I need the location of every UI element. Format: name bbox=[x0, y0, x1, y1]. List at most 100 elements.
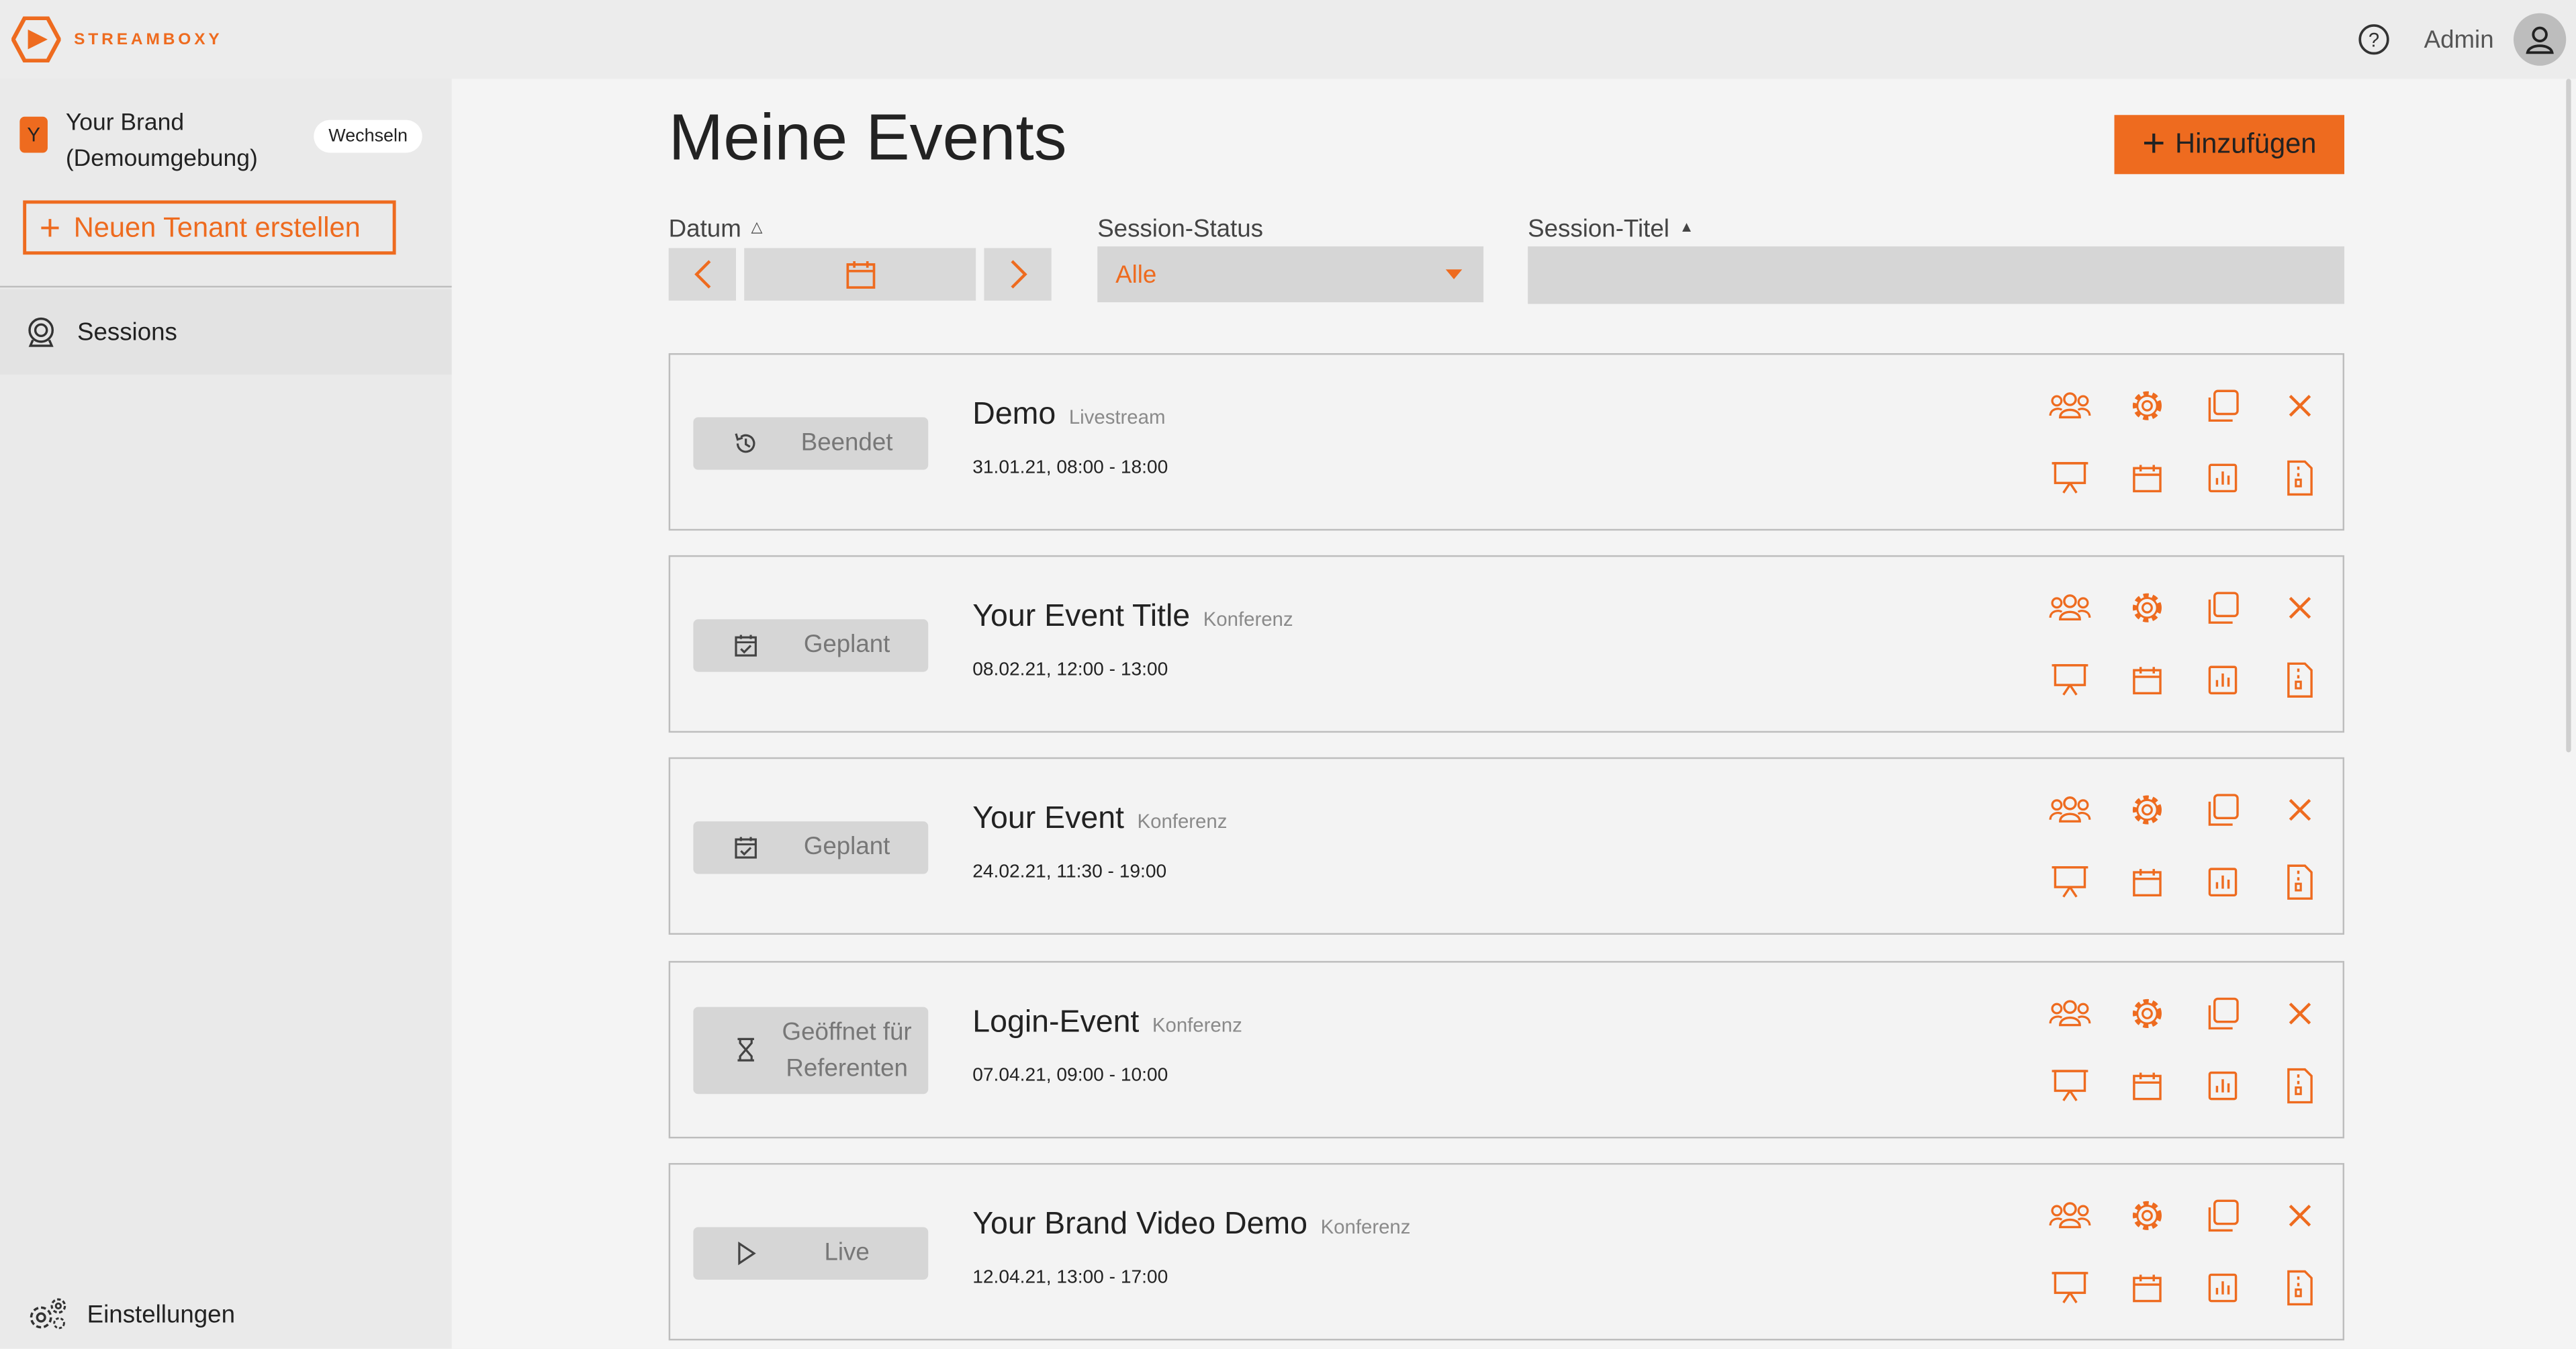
presentation-button[interactable] bbox=[2049, 659, 2092, 702]
delete-button[interactable] bbox=[2279, 992, 2321, 1035]
event-title[interactable]: Demo bbox=[972, 398, 1056, 432]
event-card[interactable]: Geplant Your Event Title Konferenz 08.02.… bbox=[668, 555, 2345, 733]
close-icon bbox=[2289, 1003, 2311, 1025]
users-icon bbox=[2049, 1000, 2091, 1027]
schedule-button[interactable] bbox=[2126, 659, 2169, 702]
scrollbar[interactable] bbox=[2563, 79, 2576, 753]
statistics-button[interactable] bbox=[2201, 1266, 2244, 1309]
archive-button[interactable] bbox=[2279, 1064, 2321, 1107]
sidebar-item-sessions[interactable]: Sessions bbox=[0, 289, 452, 375]
copy-icon bbox=[2208, 794, 2239, 826]
settings-button[interactable] bbox=[2126, 788, 2169, 831]
presentation-icon bbox=[2052, 1272, 2088, 1303]
add-event-button[interactable]: + Hinzufügen bbox=[2114, 115, 2345, 175]
duplicate-button[interactable] bbox=[2201, 992, 2244, 1035]
avatar[interactable] bbox=[2513, 13, 2567, 66]
tenant-badge: Y bbox=[19, 116, 48, 153]
event-title[interactable]: Login-Event bbox=[972, 1005, 1139, 1039]
settings-button[interactable] bbox=[2126, 586, 2169, 629]
caret-down-icon bbox=[1445, 269, 1463, 279]
gear-icon bbox=[2132, 1201, 2162, 1230]
plus-icon: + bbox=[39, 206, 61, 248]
new-tenant-label: Neuen Tenant erstellen bbox=[73, 211, 361, 242]
event-card[interactable]: Geplant Your Event Konferenz 24.02.21, 11… bbox=[668, 757, 2345, 935]
delete-button[interactable] bbox=[2279, 788, 2321, 831]
statistics-button[interactable] bbox=[2201, 1064, 2244, 1107]
settings-button[interactable] bbox=[2126, 1195, 2169, 1238]
event-title[interactable]: Your Event bbox=[972, 802, 1124, 836]
status-select[interactable]: Alle bbox=[1097, 246, 1484, 303]
settings-button[interactable] bbox=[2126, 992, 2169, 1035]
schedule-button[interactable] bbox=[2126, 1064, 2169, 1107]
users-icon bbox=[2049, 594, 2091, 621]
event-card[interactable]: Live Your Brand Video Demo Konferenz 12.0… bbox=[668, 1163, 2345, 1341]
duplicate-button[interactable] bbox=[2201, 384, 2244, 427]
logo[interactable]: STREAMBOXY bbox=[11, 16, 223, 62]
user-name[interactable]: Admin bbox=[2424, 26, 2494, 54]
date-picker-button[interactable] bbox=[744, 248, 976, 301]
schedule-button[interactable] bbox=[2126, 861, 2169, 904]
delete-button[interactable] bbox=[2279, 1195, 2321, 1238]
date-filter-label[interactable]: Datum △ bbox=[669, 215, 763, 243]
zip-file-icon bbox=[2287, 1068, 2313, 1104]
participants-button[interactable] bbox=[2049, 788, 2092, 831]
event-card[interactable]: Beendet Demo Livestream 31.01.21, 08:00 -… bbox=[668, 353, 2345, 531]
status-badge: Live bbox=[693, 1227, 929, 1280]
event-title-row: Your Event Title Konferenz bbox=[972, 600, 1293, 636]
status-text: Geöffnet für Referenten bbox=[782, 1017, 912, 1082]
sidebar-item-settings[interactable]: Einstellungen bbox=[26, 1296, 235, 1332]
copy-icon bbox=[2208, 592, 2239, 624]
presentation-icon bbox=[2052, 664, 2088, 696]
scrollbar-thumb[interactable] bbox=[2566, 79, 2571, 753]
statistics-button[interactable] bbox=[2201, 457, 2244, 500]
gear-icon bbox=[2132, 391, 2162, 420]
switch-tenant-button[interactable]: Wechseln bbox=[314, 120, 422, 153]
presentation-button[interactable] bbox=[2049, 1064, 2092, 1107]
top-bar: STREAMBOXY ? Admin bbox=[0, 0, 2576, 79]
schedule-button[interactable] bbox=[2126, 1266, 2169, 1309]
statistics-button[interactable] bbox=[2201, 861, 2244, 904]
sidebar-item-label: Sessions bbox=[77, 318, 177, 346]
title-filter-label[interactable]: Session-Titel ▲ bbox=[1528, 215, 1694, 243]
settings-button[interactable] bbox=[2126, 384, 2169, 427]
new-tenant-button[interactable]: + Neuen Tenant erstellen bbox=[23, 200, 396, 255]
archive-button[interactable] bbox=[2279, 659, 2321, 702]
duplicate-button[interactable] bbox=[2201, 586, 2244, 629]
status-badge: Geöffnet für Referenten bbox=[693, 1007, 929, 1095]
archive-button[interactable] bbox=[2279, 861, 2321, 904]
delete-button[interactable] bbox=[2279, 586, 2321, 629]
status-text: Beendet bbox=[800, 428, 893, 457]
participants-button[interactable] bbox=[2049, 384, 2092, 427]
date-prev-button[interactable] bbox=[668, 248, 736, 301]
duplicate-button[interactable] bbox=[2201, 1195, 2244, 1238]
schedule-button[interactable] bbox=[2126, 457, 2169, 500]
play-icon bbox=[738, 1241, 756, 1266]
archive-button[interactable] bbox=[2279, 457, 2321, 500]
presentation-icon bbox=[2052, 462, 2088, 494]
participants-button[interactable] bbox=[2049, 586, 2092, 629]
delete-button[interactable] bbox=[2279, 384, 2321, 427]
presentation-icon bbox=[2052, 866, 2088, 898]
status-badge: Geplant bbox=[693, 821, 929, 874]
status-badge: Geplant bbox=[693, 619, 929, 672]
statistics-button[interactable] bbox=[2201, 659, 2244, 702]
event-title-row: Login-Event Konferenz bbox=[972, 1005, 1242, 1041]
duplicate-button[interactable] bbox=[2201, 788, 2244, 831]
event-card[interactable]: Geöffnet für Referenten Login-Event Konfe… bbox=[668, 961, 2345, 1139]
participants-button[interactable] bbox=[2049, 1195, 2092, 1238]
bar-chart-icon bbox=[2208, 1071, 2238, 1101]
title-search-input[interactable] bbox=[1528, 246, 2345, 304]
presentation-button[interactable] bbox=[2049, 861, 2092, 904]
archive-button[interactable] bbox=[2279, 1266, 2321, 1309]
event-date: 12.04.21, 13:00 - 17:00 bbox=[972, 1268, 1168, 1288]
presentation-button[interactable] bbox=[2049, 457, 2092, 500]
event-title[interactable]: Your Brand Video Demo bbox=[972, 1207, 1307, 1242]
help-icon[interactable]: ? bbox=[2358, 23, 2391, 56]
presentation-button[interactable] bbox=[2049, 1266, 2092, 1309]
event-title[interactable]: Your Event Title bbox=[972, 600, 1190, 634]
participants-button[interactable] bbox=[2049, 992, 2092, 1035]
sidebar: Y Your Brand (Demoumgebung) Wechseln + N… bbox=[0, 79, 452, 1349]
date-next-button[interactable] bbox=[984, 248, 1052, 301]
event-type: Konferenz bbox=[1203, 608, 1293, 631]
logo-icon bbox=[11, 16, 61, 62]
